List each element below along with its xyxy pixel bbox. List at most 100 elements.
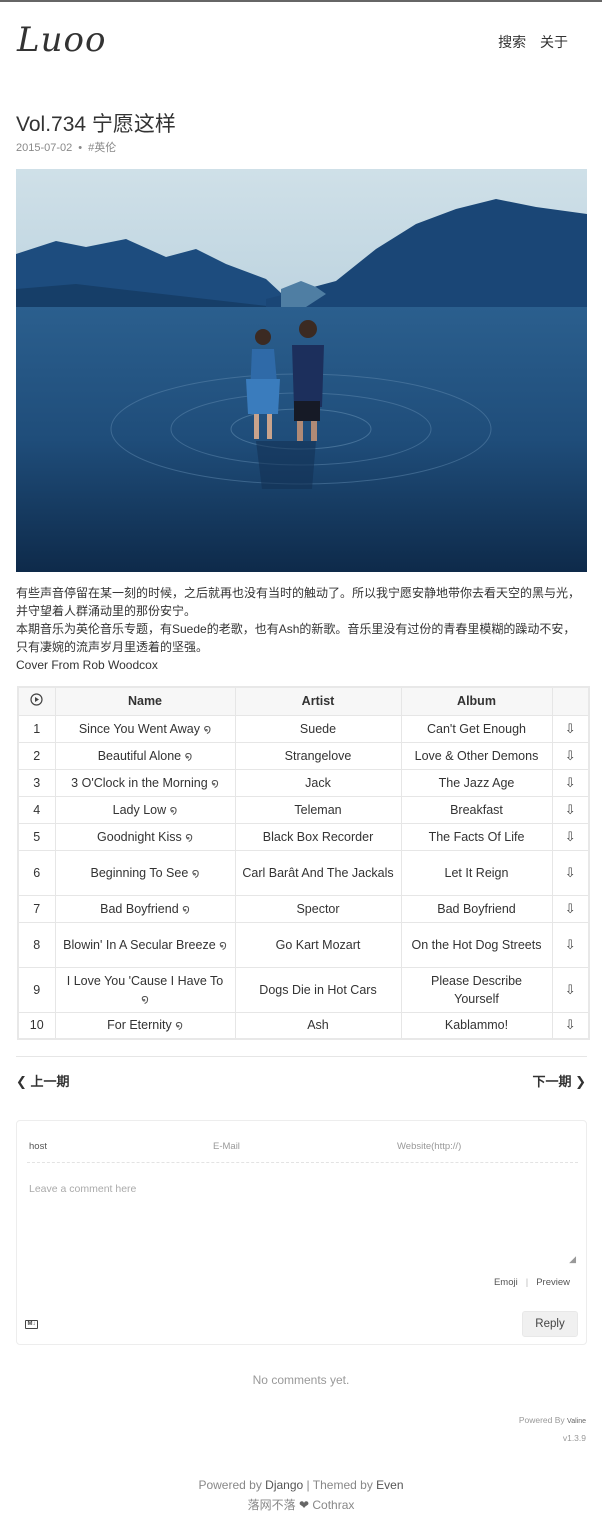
post-description: 有些声音停留在某一刻的时候，之后就再也没有当时的触动了。所以我宁愿安静地带你去看… [16,584,588,674]
track-album: Bad Boyfriend [400,894,553,923]
valine-powered: Powered By [518,1415,565,1425]
table-row[interactable]: 6 Beginning To See ໑ Carl Barât And The … [17,849,590,896]
track-number: 5 [17,822,56,851]
site-header: Luoo 搜索 关于 [0,2,602,82]
track-name[interactable]: Beautiful Alone ໑ [54,741,236,770]
nav-search-link[interactable]: 搜索 [498,34,526,50]
track-album: On the Hot Dog Streets [400,921,553,968]
download-icon[interactable]: ⇩ [551,966,590,1013]
comment-tools: Emoji | Preview [494,1277,570,1288]
track-name[interactable]: Beginning To See ໑ [54,849,236,896]
track-name[interactable]: Lady Low ໑ [54,795,236,824]
track-album: Breakfast [400,795,553,824]
footer-powered: Powered by Django | Themed by Even [0,1478,602,1492]
download-icon[interactable]: ⇩ [551,768,590,797]
nickname-input[interactable]: host [29,1141,47,1152]
table-row[interactable]: 5 Goodnight Kiss ໑ Black Box Recorder Th… [17,822,590,851]
track-number: 9 [17,966,56,1013]
table-row[interactable]: 8 Blowin' In A Secular Breeze ໑ Go Kart … [17,921,590,968]
table-row[interactable]: 1 Since You Went Away ໑ Suede Can't Get … [17,714,590,743]
track-title: For Eternity [107,1018,172,1033]
django-link[interactable]: Django [265,1478,303,1492]
download-icon[interactable]: ⇩ [551,714,590,743]
valine-link[interactable]: Valine [567,1418,586,1425]
footer-powered-prefix: Powered by [198,1478,262,1492]
download-icon[interactable]: ⇩ [551,1011,590,1040]
download-icon[interactable]: ⇩ [551,795,590,824]
track-name[interactable]: Bad Boyfriend ໑ [54,894,236,923]
header-blank [551,686,590,716]
even-theme-link[interactable]: Even [376,1478,403,1492]
track-name[interactable]: For Eternity ໑ [54,1011,236,1040]
heart-icon: ❤ [298,1498,310,1512]
table-row[interactable]: 9 I Love You 'Cause I Have To ໑ Dogs Die… [17,966,590,1013]
download-icon[interactable]: ⇩ [551,822,590,851]
fields-divider [27,1162,578,1163]
track-name[interactable]: Blowin' In A Secular Breeze ໑ [54,921,236,968]
download-icon[interactable]: ⇩ [551,921,590,968]
site-name: 落网不落 [247,1498,296,1512]
track-name[interactable]: 3 O'Clock in the Morning ໑ [54,768,236,797]
tools-separator: | [525,1277,529,1288]
resize-handle-icon[interactable]: ◢ [569,1254,576,1265]
desc-line: 有些声音停留在某一刻的时候，之后就再也没有当时的触动了。所以我宁愿安静地带你去看… [16,586,581,600]
track-title: Bad Boyfriend [100,901,179,916]
spiral-icon: ໑ [211,775,219,790]
track-number: 10 [17,1011,56,1040]
author-name: Cothrax [312,1498,355,1512]
download-icon[interactable]: ⇩ [551,849,590,896]
cover-credit: Cover From Rob Woodcox [16,658,158,672]
track-title: Since You Went Away [78,721,200,736]
spiral-icon: ໑ [182,901,190,916]
track-title: Beautiful Alone [97,748,182,763]
markdown-icon[interactable]: M↓ [25,1320,38,1329]
meta-dot: • [78,142,83,154]
track-title: I Love You 'Cause I Have To [66,973,224,988]
cover-illustration [16,169,587,572]
track-album: Please Describe Yourself [400,966,553,1013]
desc-line: 并守望着人群涌动里的那份安宁。 [16,604,197,618]
track-artist: Strangelove [234,741,402,770]
post-tag-link[interactable]: #英伦 [88,142,116,154]
track-name[interactable]: Since You Went Away ໑ [54,714,236,743]
table-row[interactable]: 4 Lady Low ໑ Teleman Breakfast ⇩ [17,795,590,824]
post-title: Vol.734 宁愿这样 [16,113,176,136]
comment-textarea[interactable]: Leave a comment here [29,1183,136,1195]
play-all-icon[interactable] [17,686,56,716]
track-name[interactable]: Goodnight Kiss ໑ [54,822,236,851]
reply-button[interactable]: Reply [522,1311,578,1337]
preview-button[interactable]: Preview [536,1277,570,1288]
track-number: 7 [17,894,56,923]
track-name[interactable]: I Love You 'Cause I Have To ໑ [54,966,236,1013]
track-number: 2 [17,741,56,770]
track-artist: Teleman [234,795,402,824]
track-title: 3 O'Clock in the Morning [71,775,208,790]
footer-copyright: 落网不落 ❤ Cothrax [0,1496,602,1513]
post-meta: 2015-07-02 • #英伦 [16,139,116,155]
table-row[interactable]: 2 Beautiful Alone ໑ Strangelove Love & O… [17,741,590,770]
track-artist: Jack [234,768,402,797]
site-logo[interactable]: Luoo [17,20,106,60]
table-row[interactable]: 7 Bad Boyfriend ໑ Spector Bad Boyfriend … [17,894,590,923]
nav-about-link[interactable]: 关于 [540,34,568,50]
table-row[interactable]: 10 For Eternity ໑ Ash Kablammo! ⇩ [17,1011,590,1040]
track-album: Let It Reign [400,849,553,896]
prev-issue-link[interactable]: ❮ 上一期 [16,1071,70,1090]
emoji-button[interactable]: Emoji [494,1277,518,1288]
footer-themed-prefix: Themed by [312,1478,373,1492]
valine-credit: Powered By Valine [519,1415,586,1425]
next-issue-link[interactable]: 下一期 ❯ [532,1071,586,1090]
track-table: Name Artist Album 1 Since You Went Away … [17,686,590,1040]
email-input[interactable]: E-Mail [213,1141,240,1152]
download-icon[interactable]: ⇩ [551,741,590,770]
spiral-icon: ໑ [203,721,212,736]
track-number: 6 [17,849,56,896]
header-artist: Artist [234,686,402,716]
header-album: Album [400,686,553,716]
track-album: Can't Get Enough [400,714,553,743]
website-input[interactable]: Website(http://) [397,1141,461,1152]
track-title: Goodnight Kiss [97,829,182,844]
track-artist: Go Kart Mozart [234,921,402,968]
download-icon[interactable]: ⇩ [551,894,590,923]
table-row[interactable]: 3 3 O'Clock in the Morning ໑ Jack The Ja… [17,768,590,797]
